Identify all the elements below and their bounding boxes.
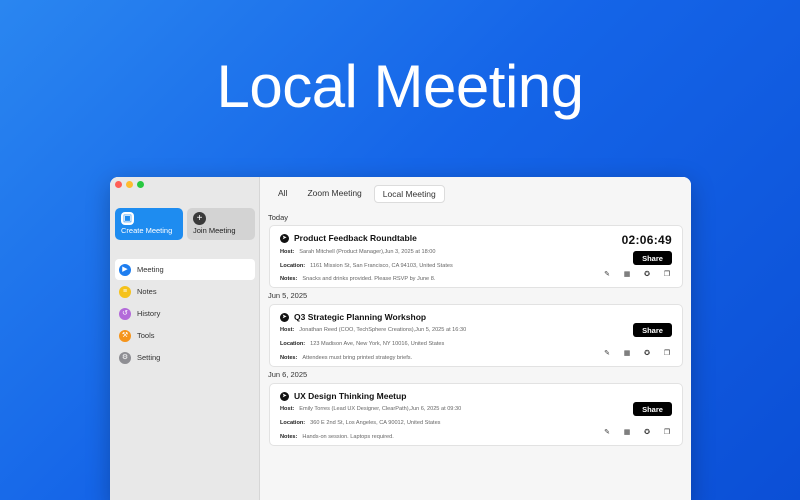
meeting-title: Q3 Strategic Planning Workshop (294, 312, 427, 322)
date-header: Jun 6, 2025 (268, 370, 308, 379)
meeting-title: Product Feedback Roundtable (294, 233, 417, 243)
meeting-title-row: ➤ UX Design Thinking Meetup (280, 391, 406, 401)
edit-icon[interactable]: ✎ (602, 270, 612, 280)
notes-row: Notes: Snacks and drinks provided. Please… (280, 276, 435, 282)
hero-title: Local Meeting (216, 53, 584, 120)
notes-key: Notes: (280, 434, 298, 440)
notes-key: Notes: (280, 355, 298, 361)
sidebar-item-tools[interactable]: ⚒ Tools (115, 325, 255, 346)
sidebar-item-label: Tools (137, 331, 155, 340)
date-header: Jun 5, 2025 (268, 291, 308, 300)
app-window: ▣ Create Meeting + Join Meeting ▶ Meetin… (110, 177, 691, 500)
date-header: Today (268, 213, 289, 222)
host-value: Emily Torres (Lead UX Designer, ClearPat… (299, 406, 462, 412)
notes-icon: ≡ (119, 285, 131, 298)
location-row: Location: 1161 Mission St, San Francisco,… (280, 263, 453, 269)
copy-icon[interactable]: ❐ (662, 270, 672, 280)
location-arrow-icon: ➤ (280, 312, 289, 322)
sidebar-item-meeting[interactable]: ▶ Meeting (115, 259, 255, 280)
notes-row: Notes: Attendees must bring printed strat… (280, 355, 412, 361)
notes-key: Notes: (280, 276, 298, 282)
meeting-card[interactable]: ➤ UX Design Thinking Meetup Host: Emily T… (269, 383, 683, 446)
location-key: Location: (280, 341, 306, 347)
location-value: 360 E 2nd St, Los Angeles, CA 90012, Uni… (310, 420, 441, 426)
meeting-card[interactable]: ➤ Q3 Strategic Planning Workshop Host: Jo… (269, 304, 683, 367)
share-button[interactable]: Share (633, 402, 672, 416)
sidebar-item-setting[interactable]: ⚙ Setting (115, 347, 255, 368)
tab-local-meeting[interactable]: Local Meeting (373, 185, 445, 203)
window-controls (115, 181, 144, 188)
pin-icon[interactable]: ✪ (642, 428, 652, 438)
host-value: Sarah Mitchell (Product Manager),Jun 3, … (299, 249, 436, 255)
meeting-title-row: ➤ Product Feedback Roundtable (280, 233, 417, 243)
calendar-icon[interactable]: ▦ (622, 428, 632, 438)
card-actions: ✎ ▦ ✪ ❐ (602, 428, 672, 438)
host-key: Host: (280, 249, 295, 255)
pin-icon[interactable]: ✪ (642, 349, 652, 359)
close-window-button[interactable] (115, 181, 122, 188)
calendar-icon[interactable]: ▦ (622, 349, 632, 359)
host-row: Host: Sarah Mitchell (Product Manager),Ju… (280, 249, 436, 255)
sidebar-item-label: Setting (137, 353, 161, 362)
join-meeting-button[interactable]: + Join Meeting (187, 208, 255, 240)
video-plus-icon: ▣ (121, 212, 134, 225)
calendar-icon[interactable]: ▦ (622, 270, 632, 280)
copy-icon[interactable]: ❐ (662, 428, 672, 438)
meeting-title: UX Design Thinking Meetup (294, 391, 407, 401)
share-button[interactable]: Share (633, 323, 672, 337)
location-key: Location: (280, 263, 306, 269)
location-arrow-icon: ➤ (280, 391, 289, 401)
tab-all[interactable]: All (270, 185, 295, 203)
edit-icon[interactable]: ✎ (602, 349, 612, 359)
notes-row: Notes: Hands-on session. Laptops required… (280, 434, 394, 440)
host-key: Host: (280, 327, 295, 333)
edit-icon[interactable]: ✎ (602, 428, 612, 438)
sidebar-item-label: History (137, 309, 161, 318)
countdown-timer: 02:06:49 (621, 233, 672, 247)
zoom-window-button[interactable] (137, 181, 144, 188)
sidebar-item-label: Meeting (137, 265, 164, 274)
location-key: Location: (280, 420, 306, 426)
main-content: All Zoom Meeting Local Meeting Today ➤ P… (260, 177, 691, 500)
sidebar-item-notes[interactable]: ≡ Notes (115, 281, 255, 302)
host-value: Jonathan Reed (COO, TechSphere Creations… (299, 327, 467, 333)
video-icon: ▶ (119, 263, 131, 276)
meeting-title-row: ➤ Q3 Strategic Planning Workshop (280, 312, 426, 322)
location-value: 123 Madison Ave, New York, NY 10016, Uni… (310, 341, 445, 347)
sidebar-item-label: Notes (137, 287, 157, 296)
minimize-window-button[interactable] (126, 181, 133, 188)
create-meeting-button[interactable]: ▣ Create Meeting (115, 208, 183, 240)
card-actions: ✎ ▦ ✪ ❐ (602, 270, 672, 280)
card-actions: ✎ ▦ ✪ ❐ (602, 349, 672, 359)
location-row: Location: 360 E 2nd St, Los Angeles, CA 9… (280, 420, 440, 426)
create-meeting-label: Create Meeting (121, 226, 173, 235)
notes-value: Attendees must bring printed strategy br… (302, 355, 413, 361)
location-arrow-icon: ➤ (280, 233, 289, 243)
tab-zoom-meeting[interactable]: Zoom Meeting (299, 185, 369, 203)
gear-icon: ⚙ (119, 351, 131, 364)
host-key: Host: (280, 406, 295, 412)
location-value: 1161 Mission St, San Francisco, CA 94103… (310, 263, 453, 269)
plus-icon: + (193, 212, 206, 225)
notes-value: Hands-on session. Laptops required. (302, 434, 394, 440)
host-row: Host: Jonathan Reed (COO, TechSphere Crea… (280, 327, 466, 333)
join-meeting-label: Join Meeting (193, 226, 236, 235)
copy-icon[interactable]: ❐ (662, 349, 672, 359)
sidebar-nav: ▶ Meeting ≡ Notes ↺ History ⚒ Tools ⚙ Se… (115, 259, 255, 369)
sidebar: ▣ Create Meeting + Join Meeting ▶ Meetin… (110, 177, 260, 500)
share-button[interactable]: Share (633, 251, 672, 265)
pin-icon[interactable]: ✪ (642, 270, 652, 280)
meeting-card[interactable]: ➤ Product Feedback Roundtable 02:06:49 H… (269, 225, 683, 288)
tab-bar: All Zoom Meeting Local Meeting (270, 185, 445, 203)
location-row: Location: 123 Madison Ave, New York, NY 1… (280, 341, 444, 347)
host-row: Host: Emily Torres (Lead UX Designer, Cle… (280, 406, 461, 412)
tools-icon: ⚒ (119, 329, 131, 342)
sidebar-item-history[interactable]: ↺ History (115, 303, 255, 324)
notes-value: Snacks and drinks provided. Please RSVP … (302, 276, 436, 282)
history-icon: ↺ (119, 307, 131, 320)
